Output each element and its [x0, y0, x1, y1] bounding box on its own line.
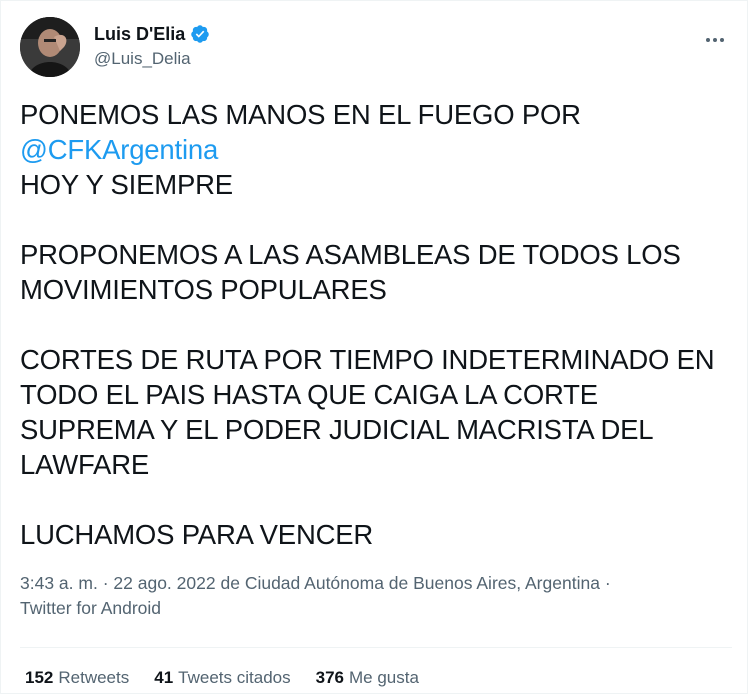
location-prefix: de — [220, 573, 240, 593]
more-options-button[interactable] — [698, 23, 732, 57]
meta-separator: · — [604, 573, 611, 593]
author-handle[interactable]: @Luis_Delia — [94, 48, 210, 70]
tweet-body: PONEMOS LAS MANOS EN EL FUEGO POR @CFKAr… — [20, 97, 735, 552]
tweet-meta: 3:43 a. m. · 22 ago. 2022 de Ciudad Autó… — [20, 571, 640, 621]
more-dot-icon — [706, 38, 710, 42]
retweets-stat[interactable]: 152 Retweets — [25, 665, 129, 691]
tweet-card: Luis D'Elia @Luis_Delia PONEMOS LAS MANO… — [0, 0, 748, 694]
tweet-header: Luis D'Elia @Luis_Delia — [20, 17, 732, 79]
author-display-name[interactable]: Luis D'Elia — [94, 23, 185, 45]
likes-stat[interactable]: 376 Me gusta — [316, 665, 419, 691]
divider — [20, 647, 732, 648]
tweet-time-link[interactable]: 3:43 a. m. · 22 ago. 2022 — [20, 573, 216, 593]
tweet-source-link[interactable]: Twitter for Android — [20, 598, 161, 618]
quote-tweets-stat[interactable]: 41 Tweets citados — [154, 665, 290, 691]
author-names: Luis D'Elia @Luis_Delia — [94, 23, 210, 70]
avatar[interactable] — [20, 17, 80, 77]
avatar-photo — [20, 17, 80, 77]
tweet-paragraph: LUCHAMOS PARA VENCER — [20, 519, 374, 550]
tweet-paragraph: CORTES DE RUTA POR TIEMPO INDETERMINADO … — [20, 344, 715, 480]
mention-link[interactable]: @CFKArgentina — [20, 134, 218, 165]
more-dot-icon — [713, 38, 717, 42]
tweet-paragraph: PROPONEMOS A LAS ASAMBLEAS DE TODOS LOS … — [20, 239, 681, 305]
tweet-stats: 152 Retweets 41 Tweets citados 376 Me gusta — [25, 665, 419, 691]
more-dot-icon — [720, 38, 724, 42]
tweet-line: PONEMOS LAS MANOS EN EL FUEGO POR — [20, 99, 581, 130]
verified-badge-icon — [191, 25, 210, 43]
tweet-line: HOY Y SIEMPRE — [20, 169, 233, 200]
tweet-location: Ciudad Autónoma de Buenos Aires, Argenti… — [244, 573, 600, 593]
